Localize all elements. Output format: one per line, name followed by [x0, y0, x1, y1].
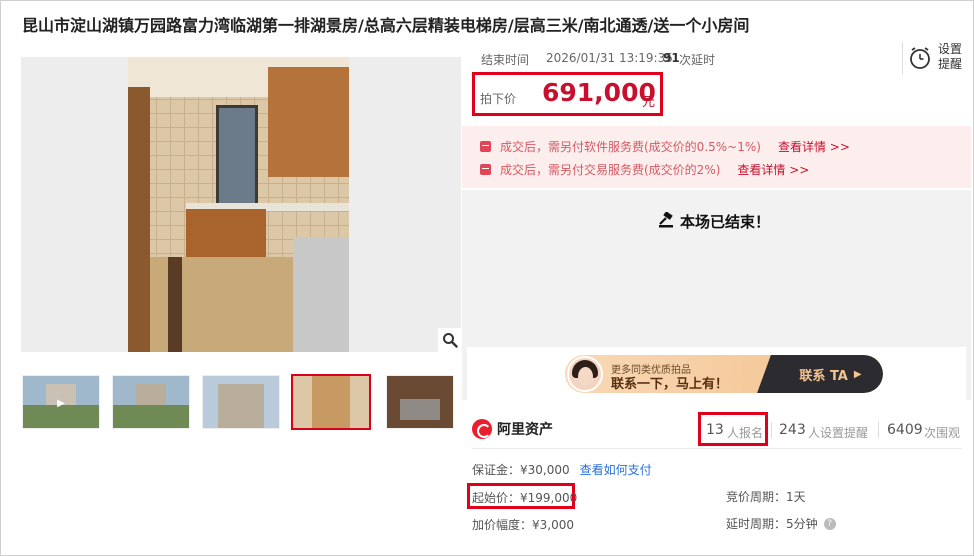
- contact-banner[interactable]: 更多同类优质拍品 联系一下，马上有！ 联系 TA ▶: [565, 355, 883, 393]
- fee-tag-icon: [480, 164, 491, 175]
- extension-period: 延时周期：5分钟: [726, 517, 818, 531]
- set-reminder-button[interactable]: 设置提醒: [902, 42, 968, 74]
- view-count: 6409: [887, 422, 923, 438]
- thumbnail-exterior[interactable]: [112, 375, 190, 429]
- remind-label: 人设置提醒: [808, 426, 869, 440]
- final-price-unit: 元: [642, 95, 656, 110]
- how-to-pay-link[interactable]: 查看如何支付: [580, 463, 652, 477]
- thumbnail-kitchen-selected[interactable]: [291, 374, 371, 430]
- fee-notice-transaction: 成交后，需另付交易服务费(成交价的2%) 查看详情 >>: [480, 161, 809, 178]
- bid-increment: 加价幅度：¥3,000: [472, 518, 574, 532]
- fee-details-link[interactable]: 查看详情 >>: [737, 161, 809, 178]
- signup-label: 人报名: [727, 426, 764, 440]
- remind-count: 243: [779, 422, 806, 438]
- fee-notice-text: 成交后，需另付软件服务费(成交价的0.5%~1%): [500, 140, 761, 154]
- fee-notice-software: 成交后，需另付软件服务费(成交价的0.5%~1%) 查看详情 >>: [480, 138, 850, 155]
- ali-assets-logo: 阿里资产: [472, 419, 553, 439]
- main-image-viewer[interactable]: [21, 57, 461, 352]
- final-price-value: 691,000: [542, 78, 656, 107]
- deposit-row: 保证金：¥30,000 查看如何支付: [472, 461, 652, 478]
- banner-headline: 联系一下，马上有！: [611, 377, 729, 392]
- divider: [472, 448, 962, 449]
- play-icon: ▶: [57, 397, 65, 409]
- question-icon[interactable]: ?: [823, 517, 836, 530]
- delay-label: 次延时: [679, 53, 716, 67]
- set-reminder-label: 设置提醒: [938, 42, 963, 71]
- signup-count: 13: [706, 422, 724, 438]
- gavel-icon: [658, 210, 676, 232]
- bid-cycle: 竞价周期：1天: [726, 490, 806, 504]
- view-label: 次围观: [924, 426, 961, 440]
- fee-tag-icon: [480, 141, 491, 152]
- thumbnail-video[interactable]: ▶: [22, 375, 100, 429]
- final-price-label: 拍下价: [480, 92, 517, 106]
- thumbnail-bedroom[interactable]: [386, 375, 454, 429]
- divider: [771, 422, 772, 438]
- contact-ta-label: 联系 TA: [799, 368, 848, 384]
- main-photo: [128, 57, 349, 352]
- delay-count: 91: [663, 51, 680, 65]
- fee-notice-box: [462, 126, 971, 188]
- ali-logo-icon: [472, 419, 492, 439]
- deposit-text: 保证金：¥30,000: [472, 463, 570, 477]
- magnifier-icon[interactable]: [438, 328, 461, 352]
- thumbnail-building[interactable]: [202, 375, 280, 429]
- triangle-right-icon: ▶: [853, 368, 862, 380]
- agent-avatar: [567, 356, 603, 392]
- start-price: 起始价：¥199,000: [472, 491, 578, 505]
- end-time-label: 结束时间: [481, 53, 530, 67]
- fee-details-link[interactable]: 查看详情 >>: [778, 138, 850, 155]
- alarm-clock-icon: [909, 46, 931, 74]
- brand-name: 阿里资产: [497, 422, 553, 438]
- auction-ended-status: 本场已结束！: [658, 210, 771, 232]
- auction-ended-text: 本场已结束！: [680, 213, 771, 231]
- fee-notice-text: 成交后，需另付交易服务费(成交价的2%): [500, 163, 721, 177]
- extension-row: 延时周期：5分钟?: [726, 515, 836, 532]
- end-time-value: 2026/01/31 13:19:35: [546, 51, 673, 65]
- page-title: 昆山市淀山湖镇万园路富力湾临湖第一排湖景房/总高六层精装电梯房/层高三米/南北通…: [22, 16, 750, 35]
- contact-ta-button[interactable]: 联系 TA ▶: [778, 355, 883, 393]
- divider: [878, 422, 879, 438]
